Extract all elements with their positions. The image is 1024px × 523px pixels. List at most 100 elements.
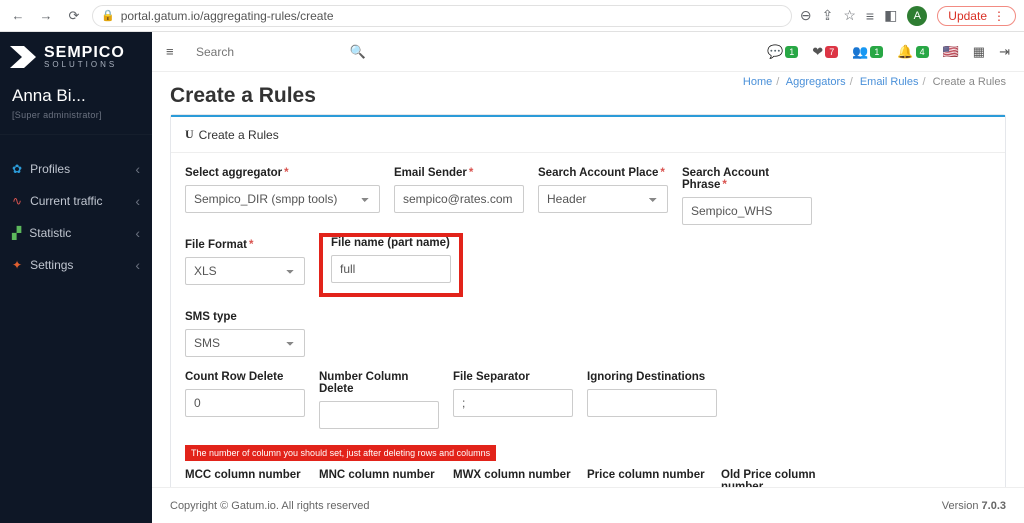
sidebar-item-label: Statistic <box>29 226 71 240</box>
chevron-left-icon: ‹ <box>135 257 140 273</box>
brand-sub: SOLUTIONS <box>44 61 125 69</box>
label-price: Price column number <box>587 469 707 481</box>
star-icon[interactable]: ☆ <box>843 7 856 24</box>
main: ≡ 🔍 💬1 ❤7 👥1 🔔4 🇺🇸 ▦ ⇥ Home/ Aggregators… <box>152 32 1024 523</box>
file-format-select[interactable]: XLS <box>185 257 305 285</box>
chevron-left-icon: ‹ <box>135 161 140 177</box>
version: Version 7.0.3 <box>942 500 1006 512</box>
label-mcc: MCC column number <box>185 469 305 481</box>
label-old-price: Old Price column number <box>721 469 851 487</box>
flag-icon[interactable]: 🇺🇸 <box>943 44 959 60</box>
card-header: U Create a Rules <box>171 115 1005 153</box>
select-aggregator[interactable]: Sempico_DIR (smpp tools) <box>185 185 380 213</box>
crumb-aggregators[interactable]: Aggregators <box>786 76 846 88</box>
footer: Copyright © Gatum.io. All rights reserve… <box>152 487 1024 523</box>
content: Home/ Aggregators/ Email Rules/ Create a… <box>152 72 1024 487</box>
sidebar-item-statistic[interactable]: ▞ Statistic ‹ <box>0 217 152 249</box>
profile-avatar[interactable]: A <box>907 6 927 26</box>
ignore-dest-input[interactable] <box>587 389 717 417</box>
label-search-phrase: Search Account Phrase* <box>682 167 812 191</box>
label-sms-type: SMS type <box>185 311 305 323</box>
label-mwx: MWX column number <box>453 469 573 481</box>
sidebar-item-label: Settings <box>30 258 73 272</box>
search-phrase-input[interactable] <box>682 197 812 225</box>
file-sep-input[interactable] <box>453 389 573 417</box>
crumb-current: Create a Rules <box>933 76 1006 88</box>
highlight-box: File name (part name) <box>319 233 463 297</box>
label-file-sep: File Separator <box>453 371 573 383</box>
chevron-left-icon: ‹ <box>135 193 140 209</box>
kebab-icon: ⋮ <box>993 9 1005 23</box>
sidebar-item-profiles[interactable]: ✿ Profiles ‹ <box>0 153 152 185</box>
search-place-select[interactable]: Header <box>538 185 668 213</box>
users-badge: 1 <box>870 46 883 58</box>
logo-mark-icon <box>8 42 38 72</box>
update-label: Update <box>948 9 987 23</box>
menu-icon[interactable]: ≡ <box>166 44 184 59</box>
label-mnc: MNC column number <box>319 469 439 481</box>
chevron-left-icon: ‹ <box>135 225 140 241</box>
search-icon[interactable]: 🔍 <box>350 44 366 60</box>
heart-icon[interactable]: ❤7 <box>812 44 838 60</box>
grid-icon[interactable]: ▦ <box>973 44 985 60</box>
topbar-icons: 💬1 ❤7 👥1 🔔4 🇺🇸 ▦ ⇥ <box>767 44 1010 60</box>
topbar: ≡ 🔍 💬1 ❤7 👥1 🔔4 🇺🇸 ▦ ⇥ <box>152 32 1024 72</box>
bell-icon[interactable]: 🔔4 <box>897 44 928 60</box>
sidebar: SEMPICO SOLUTIONS Anna Bi... [Super admi… <box>0 32 152 523</box>
label-num-col: Number Column Delete <box>319 371 439 395</box>
user-role: [Super administrator] <box>12 110 140 120</box>
back-icon[interactable]: ← <box>8 8 28 23</box>
wrench-icon: ✦ <box>12 258 22 272</box>
lock-icon: 🔒 <box>101 9 115 22</box>
email-sender-input[interactable] <box>394 185 524 213</box>
sidebar-item-label: Current traffic <box>30 194 102 208</box>
user-name: Anna Bi... <box>12 86 140 106</box>
user-block: Anna Bi... [Super administrator] <box>0 78 152 135</box>
sidebar-item-current-traffic[interactable]: ∿ Current traffic ‹ <box>0 185 152 217</box>
reload-icon[interactable]: ⟳ <box>64 8 84 24</box>
chart-icon: ▞ <box>12 226 21 240</box>
copyright: Copyright © Gatum.io. All rights reserve… <box>170 500 369 512</box>
search-input[interactable] <box>196 45 342 59</box>
url-bar[interactable]: 🔒 portal.gatum.io/aggregating-rules/crea… <box>92 5 792 27</box>
panel-icon[interactable]: ◧ <box>884 7 897 24</box>
crumb-email-rules[interactable]: Email Rules <box>860 76 919 88</box>
label-file-name: File name (part name) <box>331 237 451 249</box>
count-row-input[interactable] <box>185 389 305 417</box>
side-nav: ✿ Profiles ‹ ∿ Current traffic ‹ ▞ Statisti… <box>0 153 152 281</box>
brand-logo: SEMPICO SOLUTIONS <box>0 32 152 78</box>
u-icon: U <box>185 127 194 142</box>
label-email-sender: Email Sender* <box>394 167 524 179</box>
file-name-input[interactable] <box>331 255 451 283</box>
zoom-icon[interactable]: ⊖ <box>800 7 812 24</box>
share-icon[interactable]: ⇪ <box>822 7 834 24</box>
label-aggregator: Select aggregator* <box>185 167 380 179</box>
list-icon[interactable]: ≡ <box>866 8 874 24</box>
users-icon[interactable]: 👥1 <box>852 44 883 60</box>
sms-type-select[interactable]: SMS <box>185 329 305 357</box>
sidebar-item-settings[interactable]: ✦ Settings ‹ <box>0 249 152 281</box>
label-file-format: File Format* <box>185 239 305 251</box>
url-text: portal.gatum.io/aggregating-rules/create <box>121 9 334 23</box>
form-card: U Create a Rules Select aggregator* Semp… <box>170 114 1006 487</box>
browser-chrome: ← → ⟳ 🔒 portal.gatum.io/aggregating-rule… <box>0 0 1024 32</box>
link-icon: ∿ <box>12 194 22 208</box>
gear-icon: ✿ <box>12 162 22 176</box>
update-button[interactable]: Update ⋮ <box>937 6 1016 26</box>
label-count-row: Count Row Delete <box>185 371 305 383</box>
breadcrumb: Home/ Aggregators/ Email Rules/ Create a… <box>743 76 1006 88</box>
heart-badge: 7 <box>825 46 838 58</box>
logout-icon[interactable]: ⇥ <box>999 44 1010 60</box>
chat-badge: 1 <box>785 46 798 58</box>
label-ignore-dest: Ignoring Destinations <box>587 371 717 383</box>
bell-badge: 4 <box>916 46 929 58</box>
crumb-home[interactable]: Home <box>743 76 772 88</box>
top-search[interactable]: 🔍 <box>196 44 366 60</box>
chrome-right: ⊖ ⇪ ☆ ≡ ◧ A Update ⋮ <box>800 6 1016 26</box>
chat-icon[interactable]: 💬1 <box>767 44 798 60</box>
card-title: Create a Rules <box>199 128 279 142</box>
sidebar-item-label: Profiles <box>30 162 70 176</box>
forward-icon[interactable]: → <box>36 8 56 23</box>
num-col-input[interactable] <box>319 401 439 429</box>
hint-strip: The number of column you should set, jus… <box>185 445 496 461</box>
